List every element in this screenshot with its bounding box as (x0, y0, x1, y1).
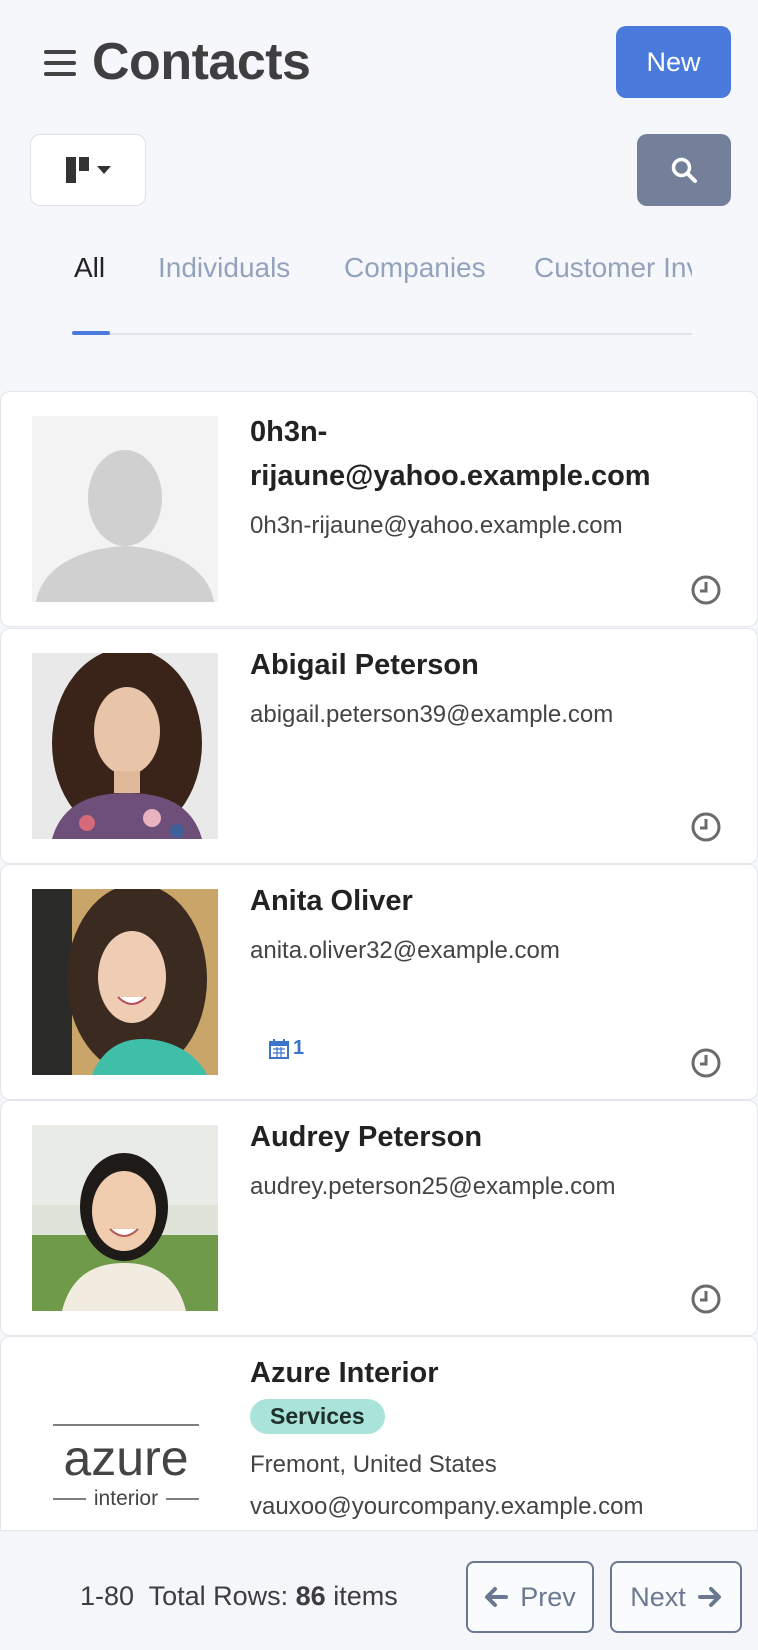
contact-photo (32, 653, 218, 839)
contact-name: Audrey Peterson (250, 1121, 483, 1153)
contact-name: Anita Oliver (250, 885, 413, 917)
prev-button[interactable]: Prev (466, 1561, 594, 1633)
control-panel: Contacts New All Individuals Companies C… (0, 0, 758, 392)
contact-name: Abigail Peterson (250, 649, 479, 681)
contact-email: abigail.peterson39@example.com (250, 701, 614, 728)
hamburger-menu-icon[interactable] (44, 50, 76, 78)
active-tab-indicator (72, 331, 110, 335)
contact-card[interactable]: Anita Oliver anita.oliver32@example.com … (0, 864, 758, 1100)
contact-card[interactable]: 0h3n- rijaune@yahoo.example.com 0h3n-rij… (0, 391, 758, 627)
page-title: Contacts (92, 33, 311, 91)
pager-total: 86 (295, 1581, 326, 1611)
contact-card[interactable]: Abigail Peterson abigail.peterson39@exam… (0, 628, 758, 864)
contact-avatar (32, 416, 218, 602)
arrow-right-icon (697, 1587, 721, 1607)
arrow-left-icon (485, 1587, 509, 1607)
filter-tabs: All Individuals Companies Customer Inv (0, 240, 758, 340)
svg-text:azure: azure (63, 1430, 188, 1486)
contact-email: audrey.peterson25@example.com (250, 1173, 616, 1200)
activity-count: 1 (293, 1037, 305, 1059)
tab-all[interactable]: All (74, 252, 105, 284)
clock-icon[interactable] (690, 811, 722, 843)
tabs-divider (72, 333, 692, 335)
tab-customer-invoices[interactable]: Customer Inv (534, 252, 692, 284)
contact-name: 0h3n- rijaune@yahoo.example.com (250, 416, 651, 492)
company-logo: azure interior (41, 1417, 211, 1517)
calendar-icon (269, 1038, 289, 1059)
tab-individuals[interactable]: Individuals (158, 252, 290, 284)
search-icon (671, 157, 697, 183)
clock-icon[interactable] (690, 574, 722, 606)
new-button[interactable]: New (616, 26, 731, 98)
caret-down-icon (96, 166, 111, 174)
category-tag: Services (250, 1399, 385, 1434)
contact-photo (32, 889, 218, 1075)
pager-range: 1-80 (80, 1581, 135, 1611)
search-button[interactable] (637, 134, 731, 206)
next-button[interactable]: Next (610, 1561, 742, 1633)
clock-icon[interactable] (690, 1283, 722, 1315)
pager-summary: 1-80 Total Rows: 86 items (80, 1581, 398, 1611)
contact-name: Azure Interior (250, 1357, 439, 1389)
pager-bar: 1-80 Total Rows: 86 items Prev Next (0, 1530, 758, 1650)
contact-card[interactable]: Audrey Peterson audrey.peterson25@exampl… (0, 1100, 758, 1336)
kanban-view-icon (65, 157, 89, 183)
contact-email: 0h3n-rijaune@yahoo.example.com (250, 512, 623, 539)
activity-badge[interactable]: 1 (269, 1037, 304, 1060)
clock-icon[interactable] (690, 1047, 722, 1079)
tab-companies[interactable]: Companies (344, 252, 486, 284)
view-switcher-button[interactable] (30, 134, 146, 206)
contact-location: Fremont, United States (250, 1451, 497, 1478)
contact-photo (32, 1125, 218, 1311)
svg-text:interior: interior (94, 1487, 158, 1510)
contact-email: anita.oliver32@example.com (250, 937, 560, 964)
contact-email: vauxoo@yourcompany.example.com (250, 1493, 644, 1520)
